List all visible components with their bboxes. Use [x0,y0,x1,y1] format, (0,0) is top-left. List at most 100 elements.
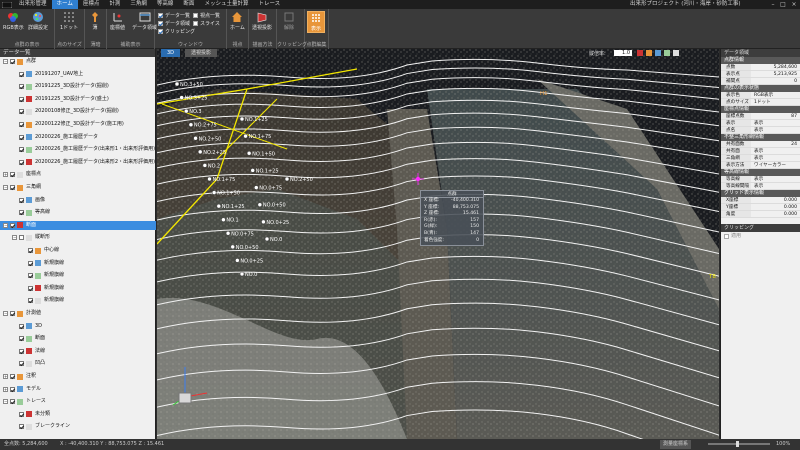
tree-item[interactable]: 新規旗線 [0,296,156,305]
station-point[interactable] [239,116,245,122]
tree-item[interactable]: + 注釈 [0,372,156,381]
station-point[interactable] [193,136,198,141]
clipping-apply-toggle[interactable]: 適用 [721,232,800,240]
tree-item[interactable]: 20191225_3D設計データ(盛土) [0,95,156,104]
pan-icon[interactable] [646,50,652,56]
section-header[interactable]: 座標点情報 [721,106,800,113]
checkbox-icon[interactable] [19,159,24,165]
tree-item[interactable]: 20200226_施工履歴データ(出来形1・出来形評価用) [0,145,156,154]
point-edit-display-button[interactable]: 表示 [307,11,325,33]
collapse-icon[interactable]: − [3,222,8,228]
checkbox-icon[interactable] [19,147,24,153]
checkbox-icon[interactable] [19,411,24,417]
vertical-scale-input[interactable]: 1.0 [614,50,632,56]
checkbox-icon[interactable] [28,273,33,279]
station-point[interactable] [207,176,212,182]
tree-item[interactable]: 等高線 [0,208,156,217]
expand-icon[interactable]: + [3,172,8,178]
tree-item[interactable]: − 縦断形 [0,233,156,242]
tree-item[interactable]: 20200226_施工履歴データ(出来形2・出来形評価用) [0,158,156,167]
perspective-button[interactable]: 透視投影 [252,11,272,31]
tree-item[interactable]: 断面 [0,334,156,343]
tree-item[interactable]: 新規旗線 [0,271,156,280]
menu-tab[interactable]: 計測 [104,0,125,9]
station-point[interactable] [284,176,290,182]
zoom-icon[interactable] [637,50,643,56]
checkbox-icon[interactable] [19,122,24,127]
station-point[interactable] [179,95,184,100]
checkbox-icon[interactable] [19,424,24,430]
collapse-icon[interactable]: − [3,59,8,64]
station-point[interactable] [230,244,235,250]
checkbox-icon[interactable] [10,185,15,190]
section-header[interactable]: 点群情報 [721,57,800,64]
checkbox-icon[interactable] [10,386,15,392]
section-header[interactable]: グリッド表示情報 [721,190,800,197]
checkbox-icon[interactable] [19,336,24,342]
checkbox-icon[interactable] [19,210,24,216]
close-icon[interactable]: × [789,0,799,9]
coordinates-button[interactable]: 座標値 [110,11,125,31]
checkbox-icon[interactable] [10,222,15,228]
collapse-icon[interactable]: − [12,235,17,241]
checkbox-icon[interactable] [28,248,33,253]
checkbox-icon[interactable] [19,348,24,354]
tree-item[interactable]: 法線 [0,347,156,356]
tab-3d[interactable]: 3D [161,49,181,57]
station-point[interactable] [261,219,266,225]
tree-item[interactable]: 3D [0,322,156,331]
station-point[interactable] [211,190,217,195]
tree-item[interactable]: 中心線 [0,246,156,255]
tree-item[interactable]: 未分類 [0,410,156,419]
zoom-slider-handle[interactable] [736,441,739,447]
section-header[interactable]: 不整三角形網情報 [721,134,800,141]
detail-settings-button[interactable]: 詳細設定 [28,11,48,31]
rgb-display-button[interactable]: RGB表示 [3,11,24,31]
tree-item[interactable]: 20200226_施工履歴データ [0,133,156,142]
dim-button[interactable]: 薄 [89,11,101,31]
station-point[interactable] [221,217,226,222]
tree-item[interactable]: − 点群 [0,57,156,66]
station-point[interactable] [188,122,194,127]
station-point[interactable] [250,168,255,173]
minimize-icon[interactable]: – [768,0,778,9]
viewpoint-list-toggle[interactable]: 視点一覧 [193,12,220,19]
menu-tab[interactable]: 座標点 [78,0,105,9]
section-header[interactable]: 等高線情報 [721,169,800,176]
station-point[interactable] [235,258,240,263]
home-view-button[interactable]: ホーム [230,11,245,31]
collapse-icon[interactable]: − [3,185,8,190]
checkbox-icon[interactable] [28,298,33,304]
tree-item[interactable]: 新規旗線 [0,284,156,293]
tree-item[interactable]: + 座標点 [0,170,156,179]
data-area-toggle[interactable]: データ領域 [158,20,190,27]
tree-item[interactable]: ブレークライン [0,422,156,431]
checkbox-icon[interactable] [19,361,24,367]
station-point[interactable] [216,203,221,209]
checkbox-icon[interactable] [10,59,15,64]
station-point[interactable] [174,81,180,87]
checkbox-icon[interactable] [10,311,15,316]
data-list-toggle[interactable]: データ一覧 [158,12,190,19]
station-point[interactable] [202,163,208,168]
menu-tab[interactable]: 出来形管理 [14,0,52,9]
checkbox-icon[interactable] [19,323,24,329]
checkbox-icon[interactable] [19,235,24,241]
point-size-button[interactable]: 1ドット [60,11,78,31]
tree-item[interactable]: 20191225_3D設計データ(掘削) [0,82,156,91]
tree-item[interactable]: 画像 [0,196,156,205]
fit-icon[interactable] [664,50,670,56]
station-point[interactable] [246,151,252,156]
checkbox-icon[interactable] [19,84,24,90]
status-coordinate-system[interactable]: 測量座標系 [660,440,692,449]
station-point[interactable] [243,133,248,139]
expand-icon[interactable]: + [3,386,8,392]
menu-tab[interactable]: 等高線 [152,0,179,9]
menu-tab[interactable]: メッシュ土量計算 [199,0,253,9]
station-point[interactable] [254,185,259,190]
collapse-icon[interactable]: − [3,399,8,405]
checkbox-icon[interactable] [19,197,24,203]
rotate-icon[interactable] [655,50,661,56]
section-header[interactable]: 点群の表示状態 [721,85,800,92]
menu-tab[interactable]: ホーム [51,0,78,9]
